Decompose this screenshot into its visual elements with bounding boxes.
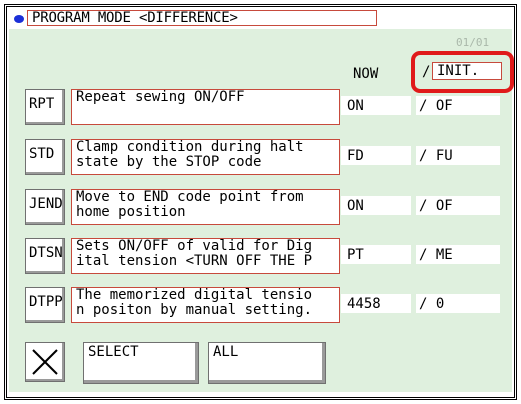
code-label: DTPP	[29, 294, 63, 310]
description-text: Repeat sewing ON/OFF	[76, 89, 245, 105]
select-button[interactable]: SELECT	[83, 342, 199, 384]
init-value: / OF	[419, 98, 453, 114]
description-field: The memorized digital tensio n positon b…	[71, 287, 340, 323]
init-value: / ME	[419, 247, 453, 263]
init-value-field: / OF	[416, 96, 500, 115]
code-label: STD	[29, 146, 55, 162]
now-value-field: ON	[341, 96, 411, 115]
page-title: PROGRAM MODE <DIFFERENCE>	[32, 10, 238, 26]
now-value-field: FD	[341, 146, 411, 165]
code-button-dtsn[interactable]: DTSN	[25, 238, 65, 274]
now-value: PT	[347, 247, 364, 263]
cancel-button[interactable]	[25, 342, 65, 382]
close-icon	[32, 349, 58, 375]
init-value-field: / FU	[416, 146, 500, 165]
description-text: Sets ON/OFF of valid for Dig ital tensio…	[76, 238, 313, 269]
now-value: ON	[347, 98, 364, 114]
init-value: / 0	[419, 296, 445, 312]
code-label: DTSN	[29, 245, 63, 261]
now-value: FD	[347, 148, 364, 164]
init-value: / OF	[419, 198, 453, 214]
now-value: 4458	[347, 296, 381, 312]
description-text: Clamp condition during halt state by the…	[76, 139, 304, 170]
description-field: Move to END code point from home positio…	[71, 189, 340, 225]
now-value-field: PT	[341, 245, 411, 264]
list-item: JEND Move to END code point from home po…	[0, 189, 521, 233]
now-value: ON	[347, 198, 364, 214]
title-box: PROGRAM MODE <DIFFERENCE>	[27, 10, 377, 26]
code-button-rpt[interactable]: RPT	[25, 89, 65, 125]
status-dot-icon	[14, 15, 24, 23]
description-text: The memorized digital tensio n positon b…	[76, 287, 313, 318]
init-value-field: / OF	[416, 196, 500, 215]
description-text: Move to END code point from home positio…	[76, 189, 304, 220]
init-value-field: / 0	[416, 294, 500, 313]
list-item: STD Clamp condition during halt state by…	[0, 139, 521, 183]
list-item: RPT Repeat sewing ON/OFF ON / OF	[0, 89, 521, 133]
code-button-std[interactable]: STD	[25, 139, 65, 175]
all-label: ALL	[213, 344, 239, 360]
description-field: Clamp condition during halt state by the…	[71, 139, 340, 175]
code-label: RPT	[29, 96, 55, 112]
highlight-annotation	[411, 51, 514, 93]
now-value-field: 4458	[341, 294, 411, 313]
list-item: DTSN Sets ON/OFF of valid for Dig ital t…	[0, 238, 521, 282]
list-item: DTPP The memorized digital tensio n posi…	[0, 287, 521, 331]
code-label: JEND	[29, 196, 63, 212]
select-label: SELECT	[88, 344, 139, 360]
code-button-jend[interactable]: JEND	[25, 189, 65, 225]
init-value-field: / ME	[416, 245, 500, 264]
code-button-dtpp[interactable]: DTPP	[25, 287, 65, 323]
init-value: / FU	[419, 148, 453, 164]
now-value-field: ON	[341, 196, 411, 215]
column-header-now: NOW	[353, 66, 379, 82]
description-field: Sets ON/OFF of valid for Dig ital tensio…	[71, 238, 340, 274]
page-indicator: 01/01	[456, 36, 490, 49]
all-button[interactable]: ALL	[208, 342, 326, 384]
description-field: Repeat sewing ON/OFF	[71, 89, 340, 125]
title-bar: PROGRAM MODE <DIFFERENCE>	[9, 9, 512, 29]
